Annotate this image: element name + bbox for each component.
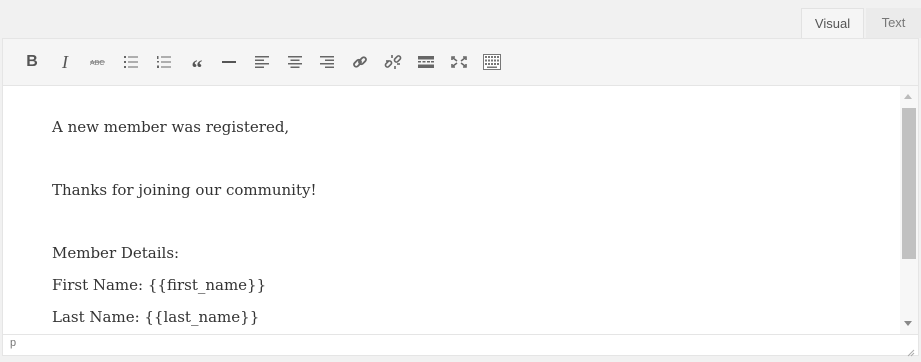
blockquote-button[interactable]: “ [186,51,208,79]
italic-button[interactable]: I [54,51,76,73]
horizontal-line-icon[interactable] [218,51,240,73]
unlink-icon[interactable] [382,51,404,73]
content-line: Member Details: [52,244,180,262]
wysiwyg-editor: B I ABC “ A new member was registered, T… [2,38,919,357]
align-left-icon[interactable] [251,51,273,73]
vertical-scrollbar[interactable] [900,86,918,334]
svg-text:ABC: ABC [90,60,104,67]
align-right-icon[interactable] [316,51,338,73]
content-line: First Name: {{first_name}} [52,276,267,294]
resize-handle-icon[interactable] [907,344,915,357]
tab-text[interactable]: Text [866,8,921,38]
content-line: Thanks for joining our community! [52,181,317,199]
scroll-up-arrow-icon[interactable] [904,94,912,99]
scroll-down-arrow-icon[interactable] [904,321,912,326]
tab-visual[interactable]: Visual [801,8,864,38]
strikethrough-icon[interactable]: ABC [87,51,109,73]
content-line: A new member was registered, [52,118,290,136]
element-path[interactable]: p [10,337,16,349]
editor-toolbar: B I ABC “ [3,39,918,86]
insert-link-icon[interactable] [349,51,371,73]
bulleted-list-icon[interactable] [120,51,142,73]
editor-statusbar: p [3,334,918,357]
numbered-list-icon[interactable] [153,51,175,73]
editor-tabs: Visual Text [0,0,921,38]
content-line: Last Name: {{last_name}} [52,308,260,326]
align-center-icon[interactable] [284,51,306,73]
editor-content[interactable]: A new member was registered, Thanks for … [3,86,898,334]
read-more-icon[interactable] [415,51,437,73]
toolbar-toggle-icon[interactable] [481,51,503,73]
bold-button[interactable]: B [21,51,43,73]
fullscreen-icon[interactable] [448,51,470,73]
scrollbar-thumb[interactable] [902,108,916,259]
